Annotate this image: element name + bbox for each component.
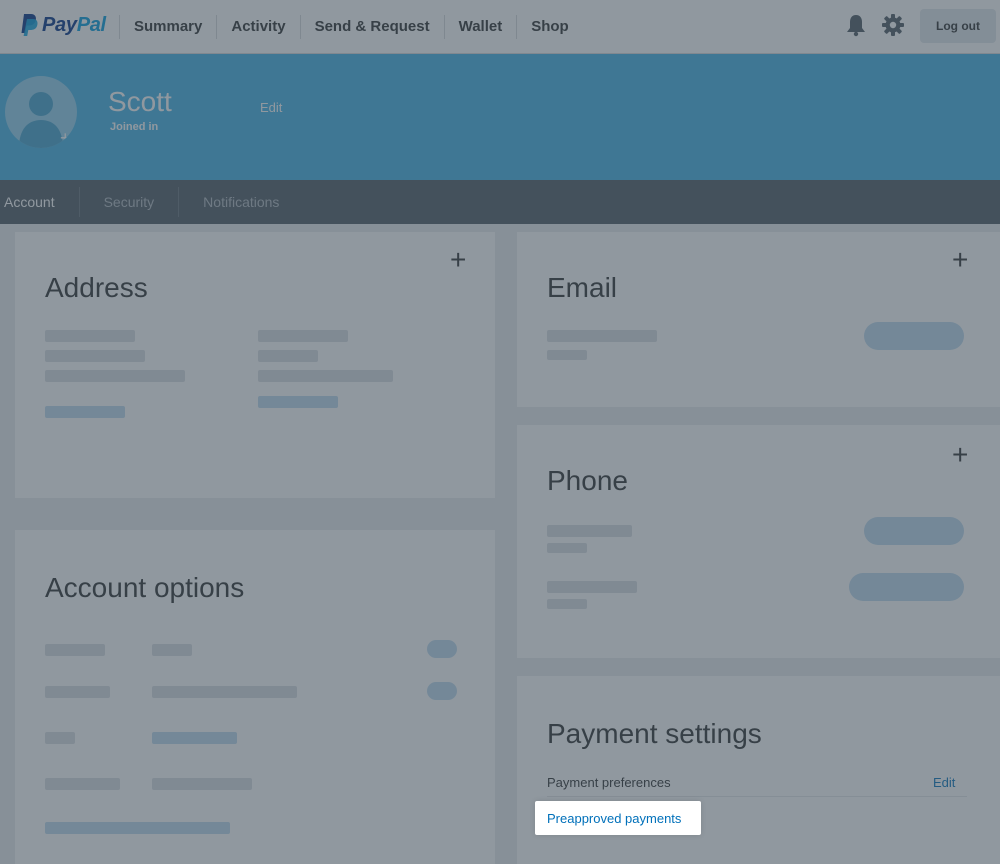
nav-activity[interactable]: Activity bbox=[216, 15, 299, 39]
account-options-card: Account options bbox=[15, 530, 495, 864]
email-status bbox=[547, 350, 587, 360]
option-edit[interactable] bbox=[427, 682, 457, 700]
email-title: Email bbox=[547, 272, 618, 303]
tab-security[interactable]: Security bbox=[78, 187, 179, 217]
avatar[interactable]: + bbox=[5, 76, 77, 148]
option-link[interactable] bbox=[45, 822, 230, 834]
option-label bbox=[45, 686, 110, 698]
email-value bbox=[547, 330, 657, 342]
option-label bbox=[45, 732, 75, 744]
tab-account[interactable]: Account bbox=[0, 187, 79, 217]
nav-shop[interactable]: Shop bbox=[516, 15, 583, 39]
address-line bbox=[45, 370, 185, 382]
option-value bbox=[152, 686, 297, 698]
joined-date: Joined in bbox=[110, 121, 159, 133]
phone-card: Phone + bbox=[517, 425, 1000, 658]
phone-value bbox=[547, 581, 637, 593]
nav-wallet[interactable]: Wallet bbox=[443, 15, 517, 39]
profile-header: + Scott Joined in Edit bbox=[0, 54, 1000, 180]
phone-label bbox=[547, 599, 587, 609]
gear-icon[interactable] bbox=[881, 13, 905, 37]
paypal-wordmark: PayPal bbox=[42, 14, 106, 37]
address-title: Address bbox=[45, 272, 148, 303]
payment-settings-title: Payment settings bbox=[547, 718, 762, 749]
address-line bbox=[258, 350, 318, 362]
bell-icon[interactable] bbox=[845, 13, 867, 37]
payment-settings-card: Payment settings Payment preferences Edi… bbox=[517, 676, 1000, 864]
phone-label bbox=[547, 543, 587, 553]
address-line bbox=[45, 350, 145, 362]
profile-name: Scott bbox=[108, 86, 172, 117]
main-nav: Summary Activity Send & Request Wallet S… bbox=[119, 0, 583, 54]
logout-button[interactable]: Log out bbox=[920, 9, 996, 43]
address-line bbox=[258, 370, 393, 382]
wordmark-pal: Pal bbox=[76, 13, 106, 36]
phone-action-button[interactable] bbox=[864, 517, 964, 545]
option-label bbox=[45, 644, 105, 656]
preapproved-payments-spotlight[interactable]: Preapproved payments bbox=[535, 801, 701, 835]
paypal-logo[interactable]: PayPal bbox=[20, 12, 106, 38]
account-options-title: Account options bbox=[45, 572, 245, 603]
nav-summary[interactable]: Summary bbox=[119, 15, 216, 39]
option-value bbox=[152, 644, 192, 656]
option-edit[interactable] bbox=[427, 640, 457, 658]
add-phone-icon[interactable]: + bbox=[952, 441, 968, 469]
add-photo-icon[interactable]: + bbox=[60, 129, 71, 147]
nav-send-request[interactable]: Send & Request bbox=[299, 15, 444, 39]
option-label bbox=[45, 778, 120, 790]
phone-value bbox=[547, 525, 632, 537]
wordmark-pay: Pay bbox=[42, 13, 77, 36]
address-link[interactable] bbox=[258, 396, 338, 408]
phone-action-button[interactable] bbox=[849, 573, 964, 601]
divider bbox=[547, 796, 967, 797]
phone-title: Phone bbox=[547, 465, 628, 496]
option-link[interactable] bbox=[152, 732, 237, 744]
address-card: Address + bbox=[15, 232, 495, 498]
tab-notifications[interactable]: Notifications bbox=[178, 187, 303, 217]
email-card: Email + bbox=[517, 232, 1000, 407]
account-subnav: Account Security Notifications bbox=[0, 180, 1000, 224]
payment-preferences-edit-link[interactable]: Edit bbox=[933, 775, 955, 790]
address-line bbox=[45, 330, 135, 342]
paypal-logo-icon bbox=[21, 14, 38, 36]
edit-profile-link[interactable]: Edit bbox=[260, 100, 282, 115]
address-line bbox=[258, 330, 348, 342]
preapproved-payments-link[interactable]: Preapproved payments bbox=[547, 811, 681, 826]
address-link[interactable] bbox=[45, 406, 125, 418]
email-action-button[interactable] bbox=[864, 322, 964, 350]
add-email-icon[interactable]: + bbox=[952, 246, 968, 274]
top-nav: PayPal Summary Activity Send & Request W… bbox=[0, 0, 1000, 54]
add-address-icon[interactable]: + bbox=[450, 246, 466, 274]
payment-preferences-label: Payment preferences bbox=[547, 775, 671, 790]
option-value bbox=[152, 778, 252, 790]
